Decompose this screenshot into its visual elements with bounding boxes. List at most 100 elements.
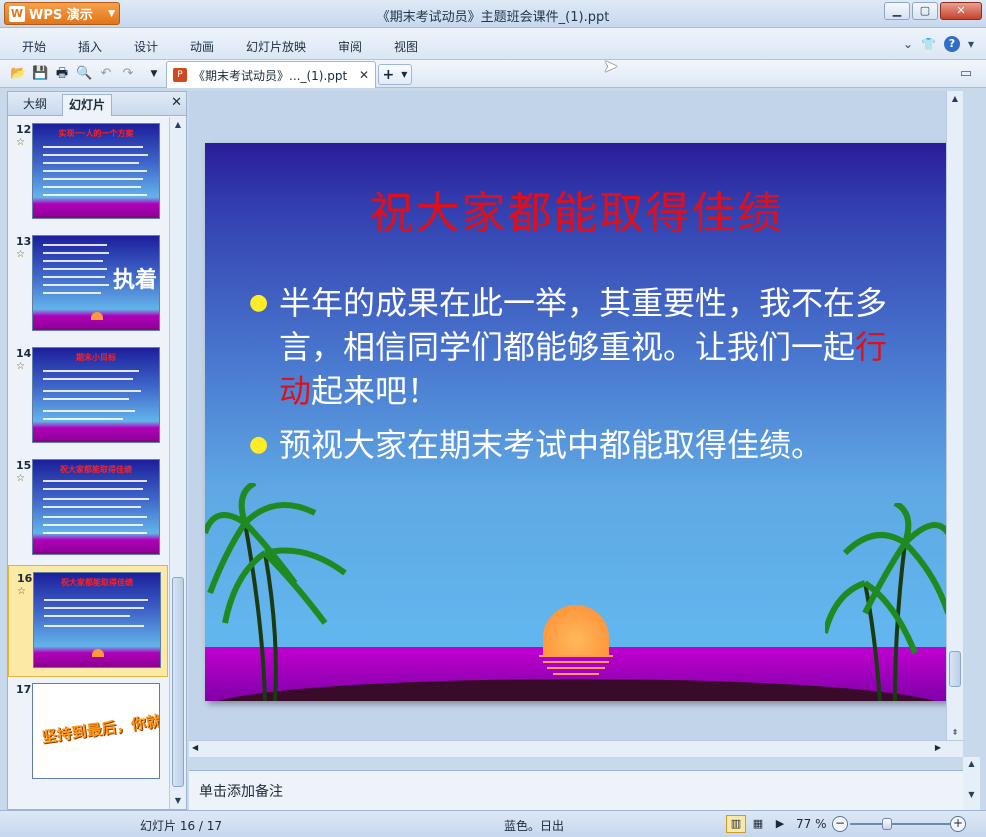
print-preview-icon[interactable]: 🔍: [76, 66, 92, 82]
slide-thumbnail-13[interactable]: 13 ☆ 执着: [8, 229, 168, 341]
help-icon[interactable]: ?: [943, 36, 960, 52]
slide-thumbnail-14[interactable]: 14 ☆ 期末小目标: [8, 341, 168, 453]
scroll-down-icon[interactable]: ▼: [171, 793, 185, 809]
slide-bullet-1[interactable]: ● 半年的成果在此一举，其重要性，我不在多言，相信同学们都能够重视。让我们一起行…: [249, 281, 919, 413]
slide-thumbnail-17[interactable]: 17 坚持到最后，你就是胜利的: [8, 677, 168, 789]
menu-bar: 开始 插入 设计 动画 幻灯片放映 审阅 视图 ⌄ 👕 ? ▾: [0, 28, 986, 60]
tab-slides[interactable]: 幻灯片: [62, 94, 112, 116]
slide-thumbnail-12[interactable]: 12 ☆ 实现一·人的一个方案: [8, 117, 168, 229]
new-tab-button[interactable]: + ▼: [378, 64, 412, 85]
thumb-ribbon-text: 坚持到最后，你就是胜利的: [40, 703, 160, 747]
save-icon[interactable]: 💾: [32, 66, 48, 82]
skin-shirt-icon[interactable]: 👕: [921, 37, 936, 51]
scroll-up-icon[interactable]: ▲: [963, 759, 980, 768]
menu-view[interactable]: 视图: [394, 38, 418, 55]
scroll-up-icon[interactable]: ▲: [948, 91, 962, 107]
sun-shape: [543, 605, 609, 655]
menu-review[interactable]: 审阅: [338, 38, 362, 55]
redo-icon[interactable]: ↷: [120, 66, 136, 82]
undo-icon[interactable]: ↶: [98, 66, 114, 82]
wps-logo-icon: W: [9, 5, 25, 22]
thumb-big-text: 执着: [113, 267, 158, 293]
editor-scrollbar[interactable]: ▲ ⇞ ⇟: [946, 91, 963, 757]
slide-preview: 祝大家都能取得佳绩: [32, 459, 160, 555]
theme-name: 蓝色。日出: [504, 819, 565, 833]
collapse-ribbon-icon[interactable]: ⌄: [903, 37, 913, 51]
sun-reflection: [553, 673, 599, 675]
ppt-file-icon: P: [173, 68, 187, 82]
bullet-2-text: 预视大家在期末考试中都能取得佳绩。: [279, 426, 824, 464]
slide-preview: 坚持到最后，你就是胜利的: [32, 683, 160, 779]
zoom-slider[interactable]: [850, 823, 952, 825]
menu-insert[interactable]: 插入: [78, 38, 102, 55]
zoom-level: 77 %: [796, 817, 827, 831]
slide-thumbnail-15[interactable]: 15 ☆ 祝大家都能取得佳绩: [8, 453, 168, 565]
minimize-button[interactable]: ▁: [884, 2, 910, 20]
animation-star-icon: ☆: [16, 361, 25, 372]
menu-right-tools: ⌄ 👕 ? ▾: [903, 36, 974, 52]
thumb-title: 期末小目标: [76, 353, 116, 362]
mouse-cursor-icon: ➤: [603, 56, 619, 77]
slide-thumbnail-16[interactable]: 16 ☆ 祝大家都能取得佳绩: [8, 565, 168, 677]
slide-number: 17: [16, 683, 32, 696]
menu-animation[interactable]: 动画: [190, 38, 214, 55]
editor-hscrollbar[interactable]: ◀ ▶: [189, 740, 963, 757]
close-button[interactable]: ✕: [940, 2, 982, 20]
animation-star-icon: ☆: [16, 137, 25, 148]
slide-number: 12: [16, 123, 32, 136]
quick-toolbar: 📂 💾 🖶 🔍 ↶ ↷ ▼ P 《期末考试动员》..._(1).ppt ✕ + …: [0, 60, 986, 88]
palm-tree-left-icon: [205, 483, 347, 701]
thumbnail-scrollbar[interactable]: ▲ ▼: [169, 117, 186, 809]
slide-bullet-2[interactable]: ● 预视大家在期末考试中都能取得佳绩。: [249, 423, 919, 467]
close-tab-icon[interactable]: ✕: [359, 68, 369, 82]
chevron-down-icon: ▼: [108, 8, 115, 19]
scroll-up-icon[interactable]: ▲: [171, 117, 185, 133]
notes-pane[interactable]: 单击添加备注: [189, 770, 963, 810]
help-dropdown-icon[interactable]: ▾: [968, 37, 974, 51]
thumbnail-list: 12 ☆ 实现一·人的一个方案 13 ☆ 执着 14 ☆ 期末小目标 15 ☆ …: [8, 117, 168, 809]
print-icon[interactable]: 🖶: [54, 66, 70, 82]
slide-preview: 期末小目标: [32, 347, 160, 443]
menu-design[interactable]: 设计: [134, 38, 158, 55]
notes-scrollbar[interactable]: ▲ ▼: [963, 757, 980, 810]
slide-number: 15: [16, 459, 32, 472]
thumb-title: 实现一·人的一个方案: [58, 129, 134, 138]
prev-slide-icon[interactable]: ⇞: [948, 725, 962, 741]
open-folder-icon[interactable]: 📂: [10, 66, 26, 82]
tab-outline[interactable]: 大纲: [10, 94, 60, 116]
zoom-in-icon[interactable]: +: [950, 816, 966, 832]
bullet-dot-icon: ●: [249, 290, 269, 315]
scrollbar-thumb[interactable]: [172, 577, 184, 787]
zoom-slider-knob[interactable]: [882, 818, 892, 830]
document-tab-label: 《期末考试动员》..._(1).ppt: [193, 68, 348, 83]
slideshow-view-icon[interactable]: ▶: [770, 815, 790, 833]
thumb-title: 祝大家都能取得佳绩: [61, 578, 133, 587]
scroll-left-icon[interactable]: ◀: [192, 743, 198, 752]
menu-slideshow[interactable]: 幻灯片放映: [246, 38, 306, 55]
scrollbar-thumb[interactable]: [949, 651, 961, 687]
palm-tree-right-icon: [825, 503, 948, 701]
scroll-right-icon[interactable]: ▶: [935, 743, 941, 752]
notes-placeholder: 单击添加备注: [199, 784, 283, 800]
menu-home[interactable]: 开始: [22, 38, 46, 55]
close-panel-icon[interactable]: ✕: [171, 95, 182, 110]
zoom-out-icon[interactable]: −: [832, 816, 848, 832]
wps-menu-button[interactable]: W WPS 演示 ▼: [4, 2, 120, 25]
slide-editor: 祝大家都能取得佳绩 ● 半年的成果在此一举，其重要性，我不在多言，相信同学们都能…: [189, 91, 963, 757]
slide-title[interactable]: 祝大家都能取得佳绩: [205, 177, 948, 241]
normal-view-icon[interactable]: ▥: [726, 815, 746, 833]
maximize-button[interactable]: ▢: [912, 2, 938, 20]
slide-number: 14: [16, 347, 32, 360]
chevron-down-icon: ▼: [401, 70, 408, 79]
customize-toolbar-icon[interactable]: ▼: [146, 66, 162, 82]
panel-tabs: 大纲 幻灯片 ✕: [8, 92, 186, 116]
thumb-title: 祝大家都能取得佳绩: [60, 465, 132, 474]
status-bar: 幻灯片 16 / 17 蓝色。日出 ▥ ▦ ▶ 77 % − +: [0, 810, 986, 837]
sun-shape: [92, 649, 104, 657]
current-slide[interactable]: 祝大家都能取得佳绩 ● 半年的成果在此一举，其重要性，我不在多言，相信同学们都能…: [205, 143, 948, 701]
document-tab[interactable]: P 《期末考试动员》..._(1).ppt ✕: [166, 61, 376, 88]
slide-sorter-icon[interactable]: ▦: [748, 815, 768, 833]
wps-button-label: WPS 演示: [29, 8, 93, 23]
window-switch-icon[interactable]: ▭: [958, 66, 974, 82]
scroll-down-icon[interactable]: ▼: [963, 790, 980, 799]
